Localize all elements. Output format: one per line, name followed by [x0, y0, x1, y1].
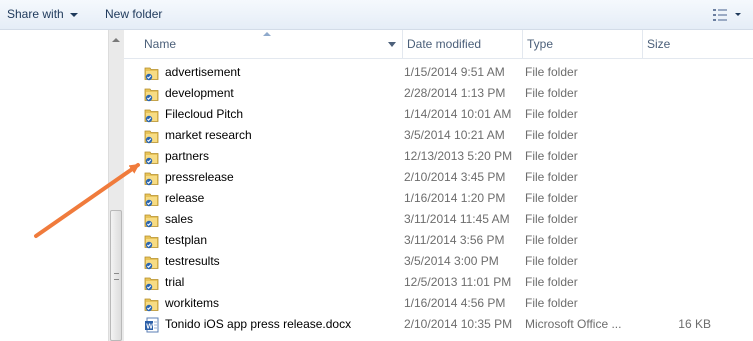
file-date-modified: 3/5/2014 10:21 AM: [404, 128, 505, 142]
file-date-modified: 12/13/2013 5:20 PM: [404, 149, 513, 163]
file-name[interactable]: Tonido iOS app press release.docx: [165, 314, 351, 335]
file-date-modified: 1/16/2014 4:56 PM: [404, 296, 506, 310]
folder-icon: [144, 296, 160, 312]
file-row[interactable]: workitems 1/16/2014 4:56 PM File folder: [124, 293, 753, 314]
new-folder-label: New folder: [105, 7, 163, 21]
file-date-modified: 12/5/2013 11:01 PM: [404, 275, 512, 289]
file-date-modified: 3/11/2014 3:56 PM: [404, 233, 505, 247]
file-row[interactable]: market research 3/5/2014 10:21 AM File fol…: [124, 125, 753, 146]
view-dropdown-icon[interactable]: [735, 13, 741, 16]
view-options-icon[interactable]: [713, 9, 727, 21]
file-name[interactable]: testresults: [165, 251, 220, 272]
scrollbar-thumb[interactable]: [110, 210, 122, 341]
file-name[interactable]: market research: [165, 125, 252, 146]
file-size: 16 KB: [678, 317, 711, 331]
file-type: File folder: [525, 254, 578, 268]
file-type: File folder: [525, 296, 578, 310]
folder-icon: [144, 212, 160, 228]
file-type: File folder: [525, 65, 578, 79]
folder-icon: [144, 170, 160, 186]
file-row[interactable]: W Tonido iOS app press release.docx 2/10/2…: [124, 314, 753, 335]
file-type: File folder: [525, 191, 578, 205]
file-rows: advertisement 1/15/2014 9:51 AM File folde…: [124, 62, 753, 335]
file-type: File folder: [525, 86, 578, 100]
file-date-modified: 3/11/2014 11:45 AM: [404, 212, 510, 226]
folder-icon: [144, 65, 160, 81]
file-date-modified: 2/10/2014 10:35 PM: [404, 317, 513, 331]
file-type: Microsoft Office ...: [525, 317, 622, 331]
file-date-modified: 1/15/2014 9:51 AM: [404, 65, 505, 79]
file-name[interactable]: sales: [165, 209, 193, 230]
file-type: File folder: [525, 212, 578, 226]
file-type: File folder: [525, 149, 578, 163]
column-type-label: Type: [527, 37, 554, 51]
file-row[interactable]: development 2/28/2014 1:13 PM File folder: [124, 83, 753, 104]
file-row[interactable]: Filecloud Pitch 1/14/2014 10:01 AM File fo…: [124, 104, 753, 125]
file-name[interactable]: Filecloud Pitch: [165, 104, 243, 125]
folder-icon: [144, 191, 160, 207]
scroll-up-icon[interactable]: [112, 38, 120, 42]
column-header-type[interactable]: Type: [523, 30, 643, 58]
file-name[interactable]: testplan: [165, 230, 207, 251]
file-row[interactable]: release 1/16/2014 1:20 PM File folder: [124, 188, 753, 209]
file-type: File folder: [525, 107, 578, 121]
file-date-modified: 1/14/2014 10:01 AM: [404, 107, 512, 121]
file-type: File folder: [525, 275, 578, 289]
toolbar: Share with New folder: [0, 0, 753, 30]
folder-icon: [144, 107, 160, 123]
file-date-modified: 1/16/2014 1:20 PM: [404, 191, 506, 205]
file-list: Name Date modified Type Size advertiseme…: [124, 30, 753, 341]
folder-icon: [144, 128, 160, 144]
folder-icon: [144, 275, 160, 291]
file-date-modified: 3/5/2014 3:00 PM: [404, 254, 499, 268]
svg-text:W: W: [146, 324, 153, 331]
column-header-size[interactable]: Size: [643, 30, 753, 58]
folder-icon: [144, 86, 160, 102]
column-header-date[interactable]: Date modified: [403, 30, 523, 58]
folder-icon: [144, 254, 160, 270]
new-folder-button[interactable]: New folder: [105, 0, 162, 29]
chevron-down-icon[interactable]: [388, 42, 396, 47]
file-name[interactable]: partners: [165, 146, 209, 167]
file-row[interactable]: trial 12/5/2013 11:01 PM File folder: [124, 272, 753, 293]
folder-icon: [144, 149, 160, 165]
file-name[interactable]: release: [165, 188, 204, 209]
file-name[interactable]: workitems: [165, 293, 219, 314]
file-name[interactable]: pressrelease: [165, 167, 234, 188]
file-date-modified: 2/10/2014 3:45 PM: [404, 170, 506, 184]
grip-icon: [114, 273, 119, 280]
file-row[interactable]: pressrelease 2/10/2014 3:45 PM File folder: [124, 167, 753, 188]
folder-icon: [144, 233, 160, 249]
chevron-down-icon: [69, 12, 78, 17]
file-type: File folder: [525, 233, 578, 247]
file-type: File folder: [525, 128, 578, 142]
file-row[interactable]: partners 12/13/2013 5:20 PM File folder: [124, 146, 753, 167]
file-row[interactable]: testplan 3/11/2014 3:56 PM File folder: [124, 230, 753, 251]
share-with-button[interactable]: Share with: [7, 0, 78, 29]
file-row[interactable]: advertisement 1/15/2014 9:51 AM File folde…: [124, 62, 753, 83]
share-with-label: Share with: [7, 7, 64, 21]
navigation-pane: [0, 30, 108, 341]
file-name[interactable]: advertisement: [165, 62, 240, 83]
file-row[interactable]: testresults 3/5/2014 3:00 PM File folder: [124, 251, 753, 272]
file-type: File folder: [525, 170, 578, 184]
column-date-label: Date modified: [407, 37, 482, 51]
file-name[interactable]: development: [165, 83, 234, 104]
file-date-modified: 2/28/2014 1:13 PM: [404, 86, 506, 100]
word-document-icon: W: [144, 317, 160, 333]
file-row[interactable]: sales 3/11/2014 11:45 AM File folder: [124, 209, 753, 230]
column-name-label: Name: [144, 37, 177, 51]
column-header: Name Date modified Type Size: [124, 30, 753, 59]
vertical-scrollbar[interactable]: [108, 30, 124, 341]
file-name[interactable]: trial: [165, 272, 184, 293]
column-size-label: Size: [647, 37, 671, 51]
column-header-name[interactable]: Name: [140, 30, 403, 58]
